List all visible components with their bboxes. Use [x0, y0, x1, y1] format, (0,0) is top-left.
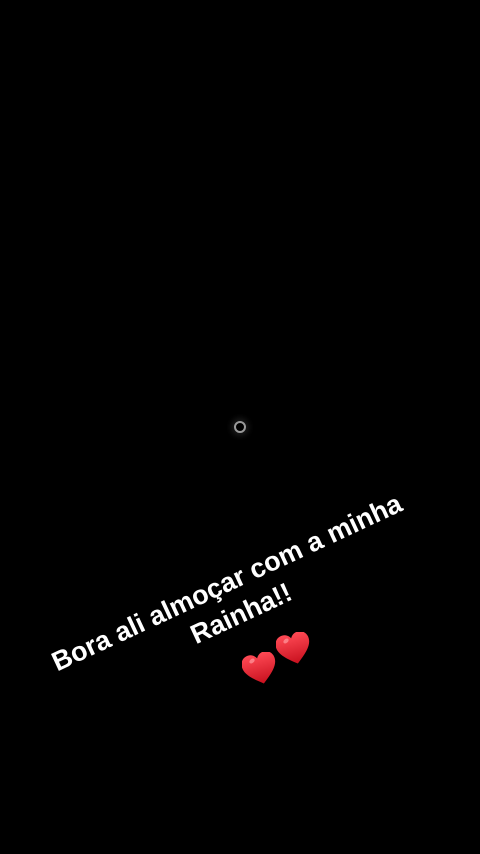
- hearts-emoji-group: [242, 632, 314, 692]
- loading-spinner-icon: [234, 421, 246, 433]
- caption-overlay: Bora ali almoçar com a minha Rainha!!: [29, 478, 438, 717]
- caption-line-1: Bora ali almoçar com a minha: [47, 488, 407, 678]
- red-heart-icon: [276, 632, 310, 664]
- video-screen[interactable]: Bora ali almoçar com a minha Rainha!!: [0, 0, 480, 854]
- red-heart-icon: [242, 652, 276, 684]
